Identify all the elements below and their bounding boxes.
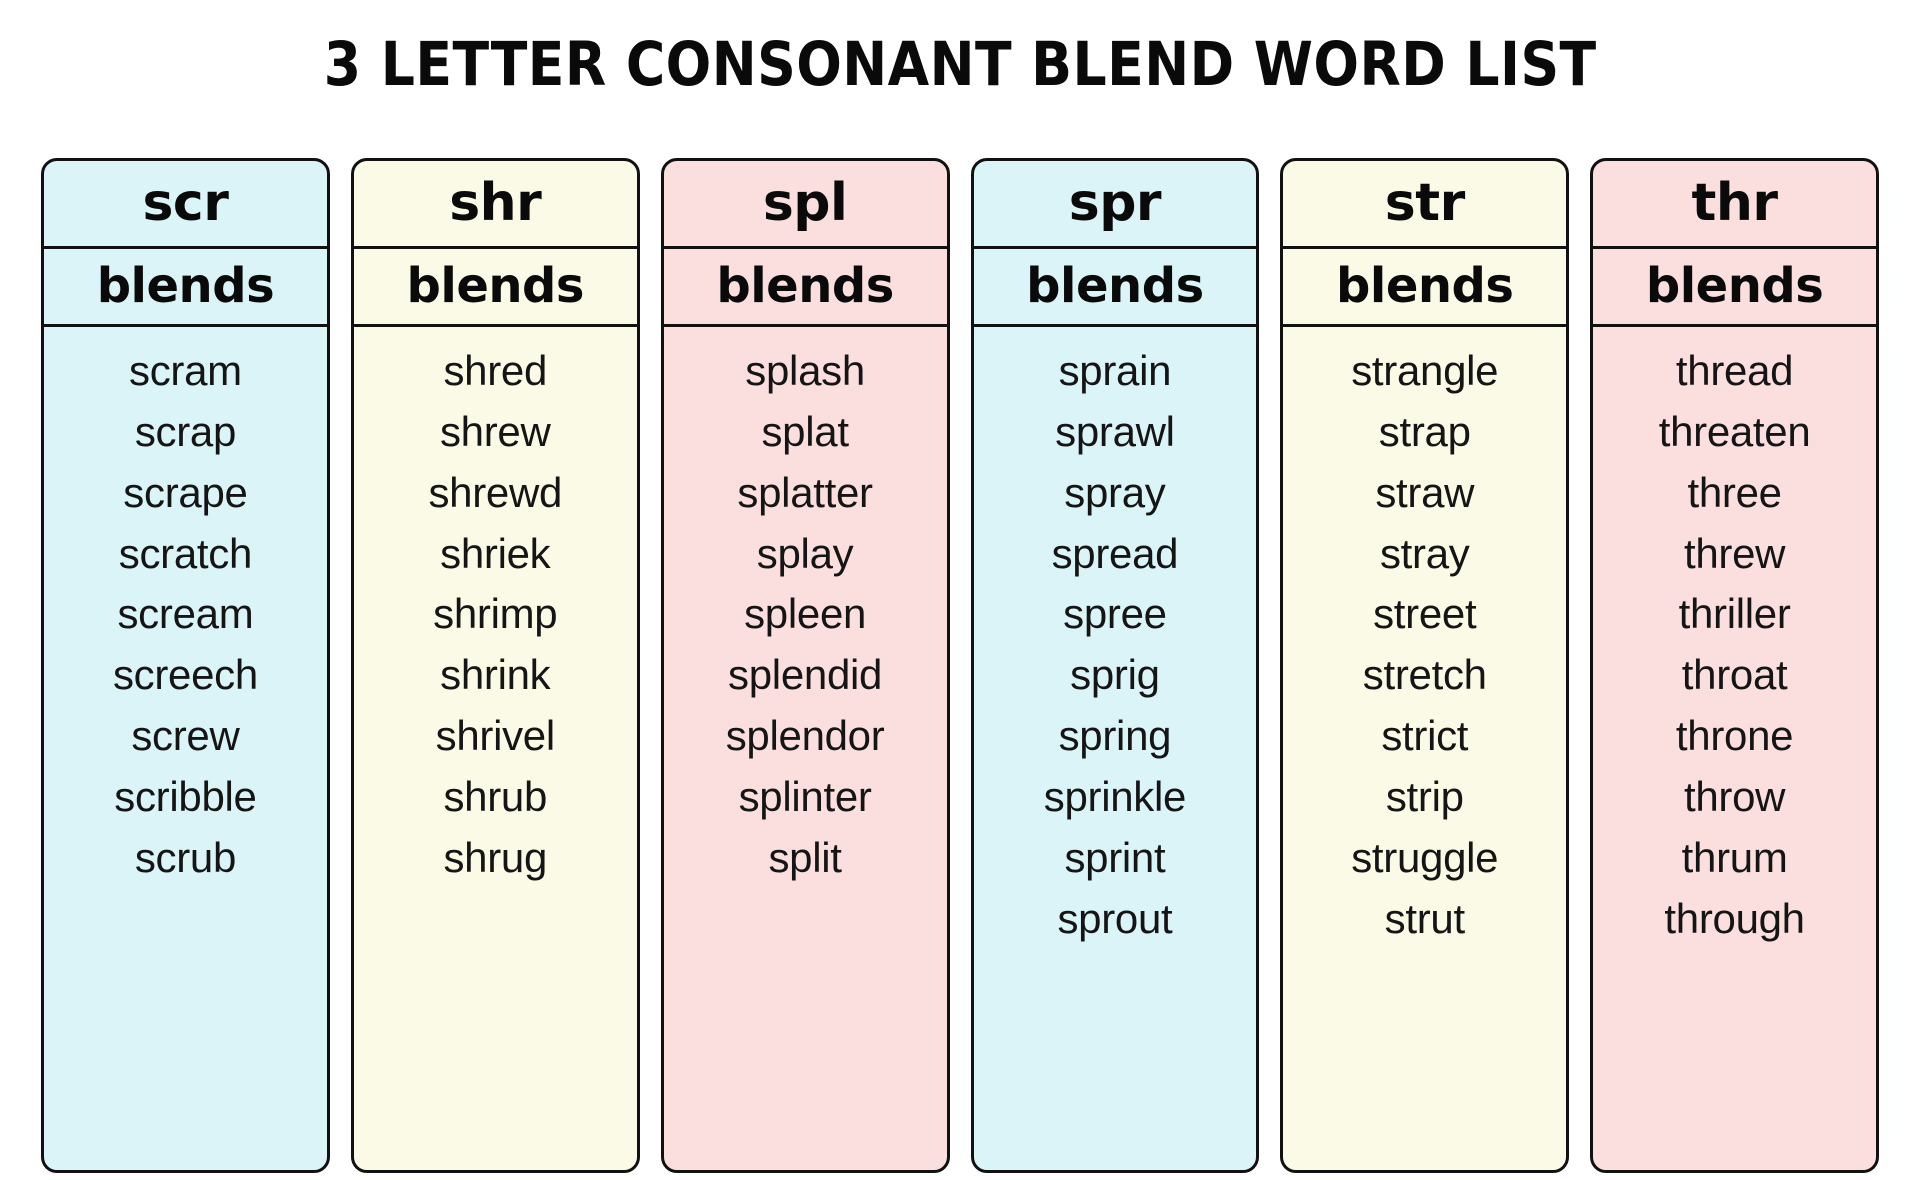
blend-header: shr: [353, 161, 637, 249]
word-item: shrewd: [428, 468, 563, 516]
blend-columns-container: scr blends scram scrap scrape scratch scream sc…: [0, 157, 1920, 1173]
word-item: splay: [756, 529, 854, 577]
word-item: strict: [1381, 712, 1469, 760]
blend-header-label: thr: [1691, 173, 1779, 234]
word-list: shred shrew shrewd shriek shrimp shrink shrive…: [354, 327, 637, 1170]
word-item: scrape: [123, 468, 248, 516]
word-list: scram scrap scrape scratch scream screech scre…: [44, 327, 327, 1170]
word-item: shrub: [443, 773, 548, 821]
word-item: splendid: [728, 651, 883, 699]
blend-header: str: [1283, 161, 1567, 249]
blend-header: thr: [1593, 161, 1876, 249]
word-item: spray: [1064, 468, 1166, 516]
word-list: sprain sprawl spray spread spree sprig spring s…: [974, 327, 1257, 1170]
blend-header: scr: [44, 161, 327, 249]
blend-header-label: str: [1384, 173, 1465, 234]
word-item: shrivel: [435, 712, 556, 760]
word-item: split: [768, 833, 842, 881]
word-item: thrum: [1681, 833, 1788, 881]
word-item: throat: [1681, 651, 1788, 699]
word-item: strip: [1385, 773, 1464, 821]
word-list-poster: 3 LETTER CONSONANT BLEND WORD LIST scr bl…: [0, 0, 1920, 1180]
blend-subtitle: blends: [1593, 249, 1876, 327]
page-title: 3 LETTER CONSONANT BLEND WORD LIST: [323, 29, 1597, 100]
word-item: shrug: [443, 833, 548, 881]
blend-subtitle: blends: [44, 249, 327, 327]
word-item: thriller: [1678, 590, 1791, 638]
blend-subtitle-label: blends: [1026, 258, 1204, 315]
blend-subtitle-label: blends: [406, 258, 585, 315]
word-item: spread: [1051, 529, 1179, 577]
word-item: shrimp: [433, 590, 558, 638]
word-item: splinter: [738, 773, 872, 821]
blend-header-label: scr: [142, 173, 229, 234]
blend-subtitle-label: blends: [1645, 258, 1824, 315]
blend-card: shr blends shred shrew shrewd shriek shrimp shr…: [350, 157, 640, 1173]
blend-subtitle-label: blends: [1336, 258, 1514, 315]
word-item: strap: [1378, 407, 1471, 455]
word-item: sprain: [1058, 346, 1172, 394]
word-item: street: [1373, 590, 1477, 638]
word-item: sprawl: [1055, 407, 1175, 455]
word-item: throne: [1675, 712, 1794, 760]
word-item: throw: [1683, 773, 1786, 821]
word-item: shred: [443, 346, 548, 394]
word-item: threw: [1683, 529, 1786, 577]
blend-header-label: shr: [449, 173, 542, 234]
word-item: threaten: [1658, 407, 1811, 455]
word-item: scram: [129, 346, 242, 394]
blend-header-label: spl: [762, 173, 848, 234]
word-item: strut: [1384, 894, 1465, 942]
blend-card: str blends strangle strap straw stray street st…: [1280, 157, 1570, 1173]
word-item: stray: [1379, 529, 1470, 577]
blend-subtitle: blends: [353, 249, 637, 327]
word-item: splendor: [725, 712, 885, 760]
word-item: splat: [761, 407, 849, 455]
word-item: screw: [131, 712, 240, 760]
blend-subtitle: blends: [663, 249, 947, 327]
blend-header-label: spr: [1068, 173, 1162, 234]
word-item: scream: [117, 590, 254, 638]
word-item: sprint: [1064, 833, 1166, 881]
word-item: scratch: [118, 529, 253, 577]
word-item: shriek: [440, 529, 551, 577]
word-item: through: [1664, 894, 1805, 942]
blend-header: spl: [663, 161, 947, 249]
word-item: struggle: [1351, 833, 1499, 881]
word-item: screech: [112, 651, 258, 699]
blend-subtitle: blends: [973, 249, 1257, 327]
word-item: scrub: [134, 833, 237, 881]
word-item: spleen: [744, 590, 867, 638]
blend-subtitle-label: blends: [716, 258, 894, 315]
word-item: sprout: [1057, 894, 1173, 942]
blend-header: spr: [973, 161, 1257, 249]
word-item: scrap: [134, 407, 237, 455]
word-item: splatter: [737, 468, 873, 516]
blend-card: spl blends splash splat splatter splay spleen s…: [660, 157, 950, 1173]
word-item: shrew: [439, 407, 551, 455]
word-item: straw: [1375, 468, 1475, 516]
word-item: three: [1687, 468, 1782, 516]
word-item: stretch: [1362, 651, 1487, 699]
word-item: sprig: [1070, 651, 1160, 699]
word-list: splash splat splatter splay spleen splendid sp…: [664, 327, 947, 1170]
word-item: shrink: [440, 651, 551, 699]
word-item: strangle: [1351, 346, 1499, 394]
word-item: spree: [1063, 590, 1167, 638]
word-item: sprinkle: [1043, 773, 1187, 821]
blend-card: scr blends scram scrap scrape scratch scream sc…: [41, 157, 330, 1173]
word-list: strangle strap straw stray street stretch stri…: [1283, 327, 1566, 1170]
word-list: thread threaten three threw thriller throat th…: [1593, 327, 1876, 1170]
word-item: spring: [1058, 712, 1172, 760]
blend-subtitle-label: blends: [96, 258, 275, 315]
word-item: thread: [1675, 346, 1794, 394]
word-item: scribble: [114, 773, 257, 821]
blend-card: thr blends thread threaten three threw thrille…: [1590, 157, 1879, 1173]
word-item: splash: [745, 346, 865, 394]
blend-card: spr blends sprain sprawl spray spread spree spr…: [970, 157, 1260, 1173]
blend-subtitle: blends: [1283, 249, 1567, 327]
